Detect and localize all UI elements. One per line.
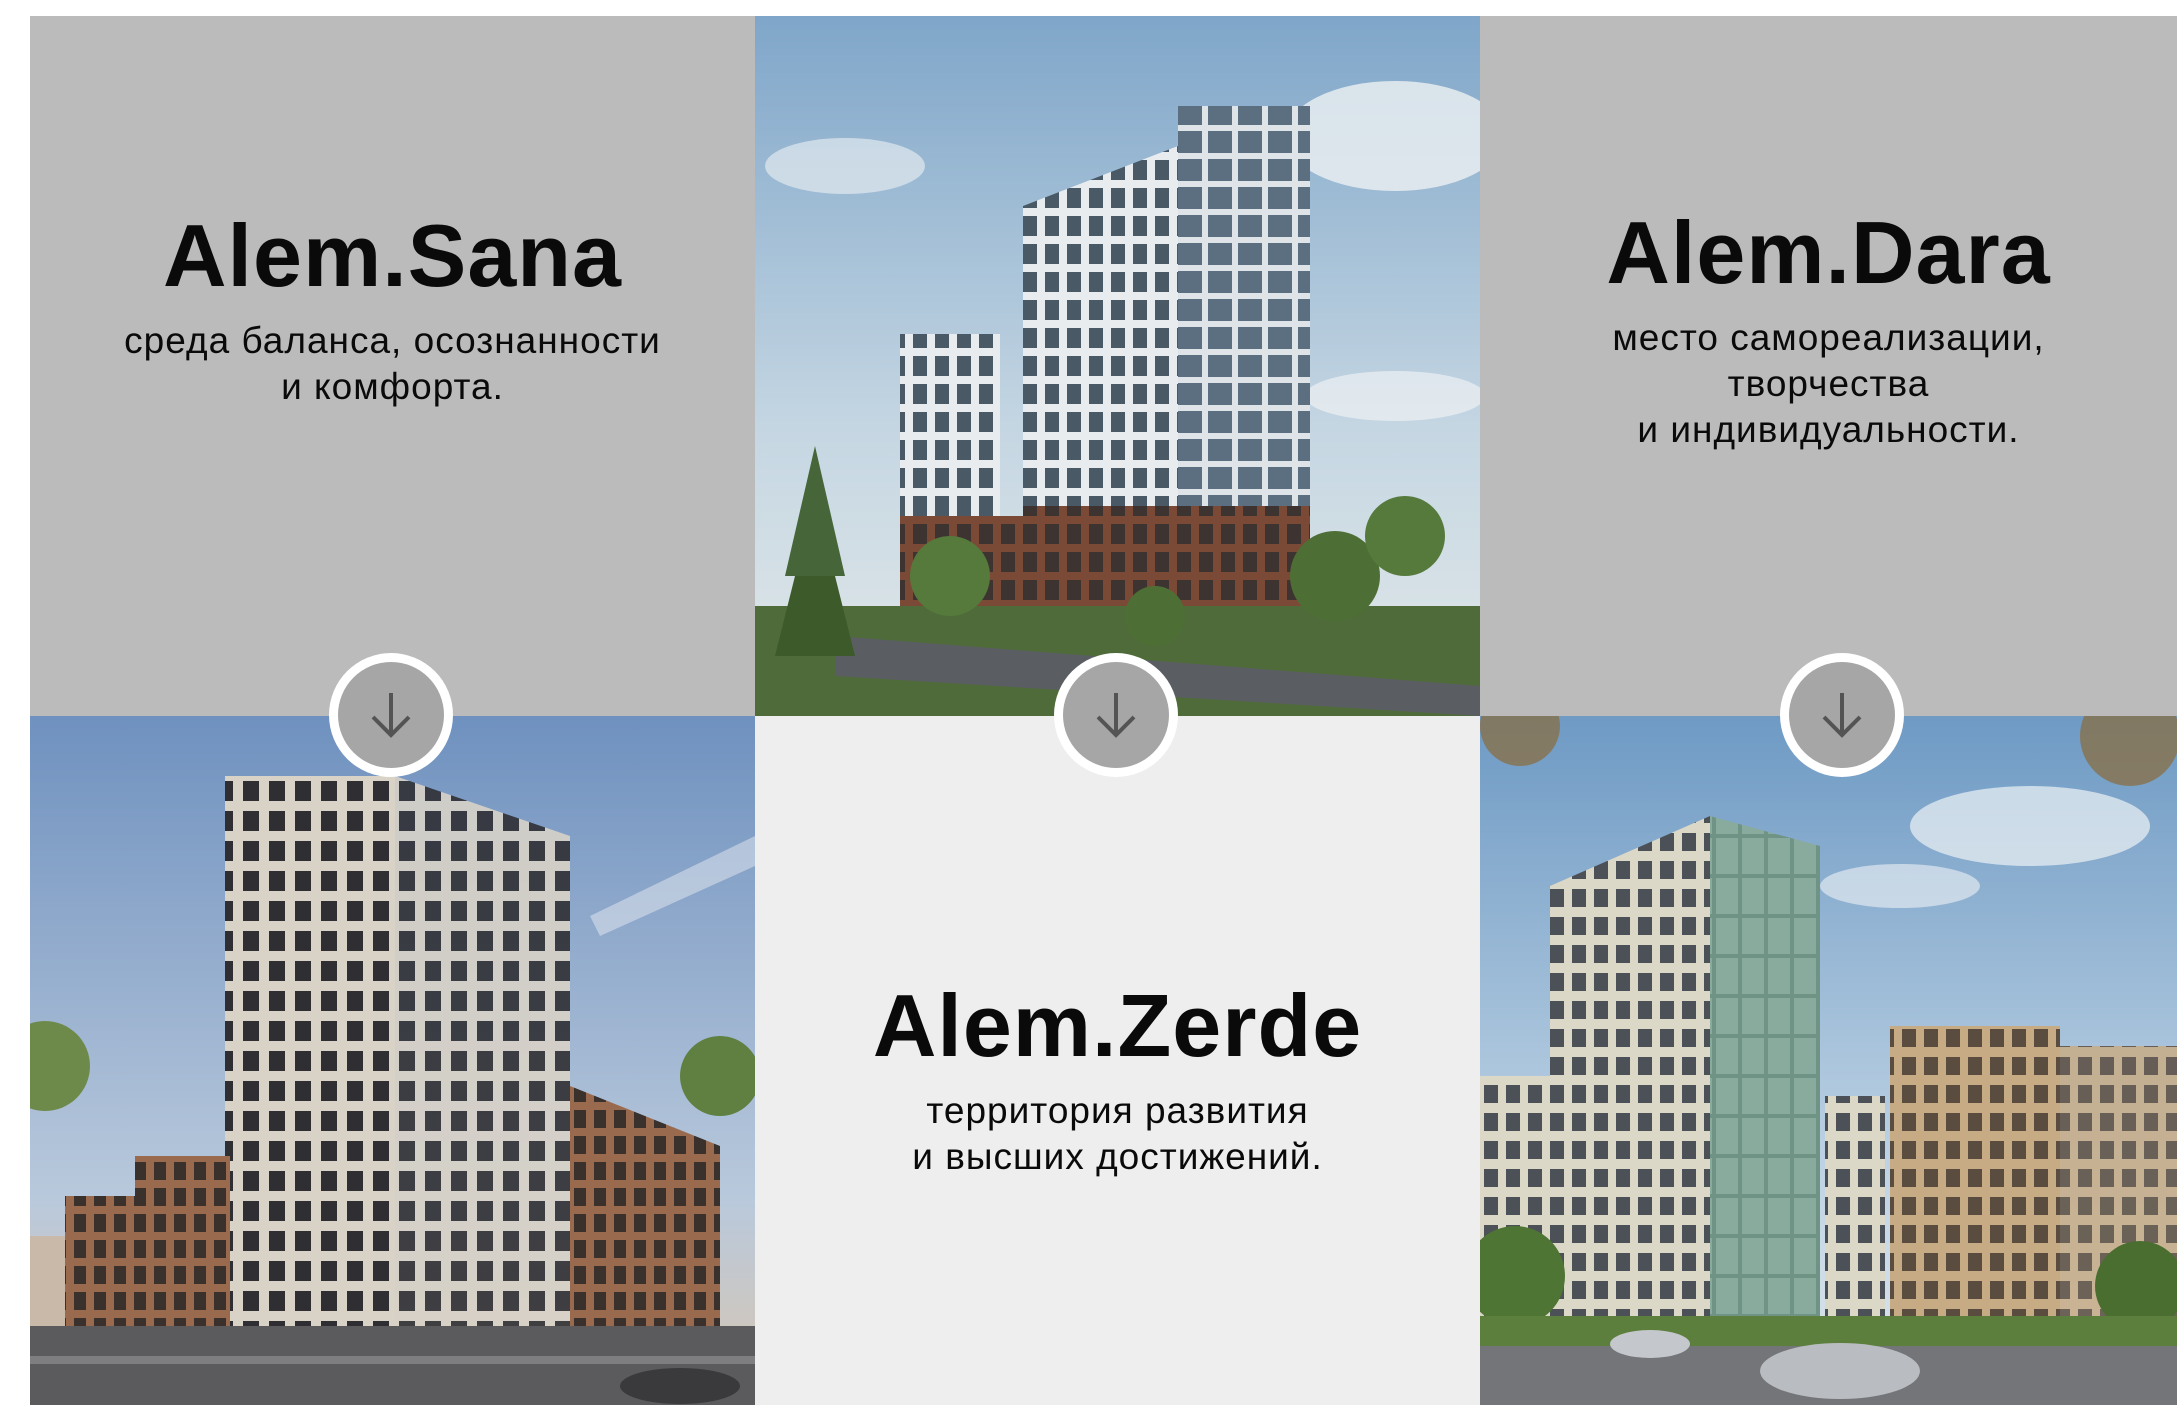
project-render-dara[interactable] [1480, 716, 2177, 1405]
project-title: Alem.Dara [1606, 203, 2051, 302]
scroll-down-button[interactable] [1780, 653, 1904, 777]
project-text-block: Alem.Dara место самореализации, творчест… [1606, 209, 2050, 453]
building-render-image [30, 716, 755, 1405]
project-title: Alem.Sana [163, 206, 622, 305]
project-text-block: Alem.Zerde территория развития и высших … [872, 975, 1363, 1180]
subtitle-line: территория развития [926, 1089, 1309, 1131]
project-title: Alem.Zerde [872, 975, 1363, 1075]
project-render-zerde[interactable] [755, 16, 1480, 716]
project-subtitle: территория развития и высших достижений. [873, 1088, 1362, 1180]
project-card-sana[interactable]: Alem.Sana среда баланса, осознанности и … [30, 16, 755, 716]
subtitle-line: и высших достижений. [912, 1135, 1323, 1177]
project-card-dara[interactable]: Alem.Dara место самореализации, творчест… [1480, 16, 2177, 716]
subtitle-line: творчества [1727, 363, 1930, 404]
subtitle-line: и комфорта. [281, 366, 504, 407]
project-subtitle: место самореализации, творчества и индив… [1606, 315, 2050, 453]
project-render-sana[interactable] [30, 716, 755, 1405]
project-subtitle: среда баланса, осознанности и комфорта. [124, 318, 661, 410]
scroll-down-button[interactable] [1054, 653, 1178, 777]
project-card-zerde[interactable]: Alem.Zerde территория развития и высших … [755, 716, 1480, 1405]
building-render-image [755, 16, 1480, 716]
arrow-down-icon [338, 662, 444, 768]
building-render-image [1480, 716, 2177, 1405]
project-text-block: Alem.Sana среда баланса, осознанности и … [124, 212, 661, 410]
arrow-down-icon [1789, 662, 1895, 768]
arrow-down-icon [1063, 662, 1169, 768]
subtitle-line: и индивидуальности. [1637, 409, 2020, 450]
subtitle-line: место самореализации, [1612, 317, 2045, 358]
subtitle-line: среда баланса, осознанности [124, 320, 661, 361]
scroll-down-button[interactable] [329, 653, 453, 777]
